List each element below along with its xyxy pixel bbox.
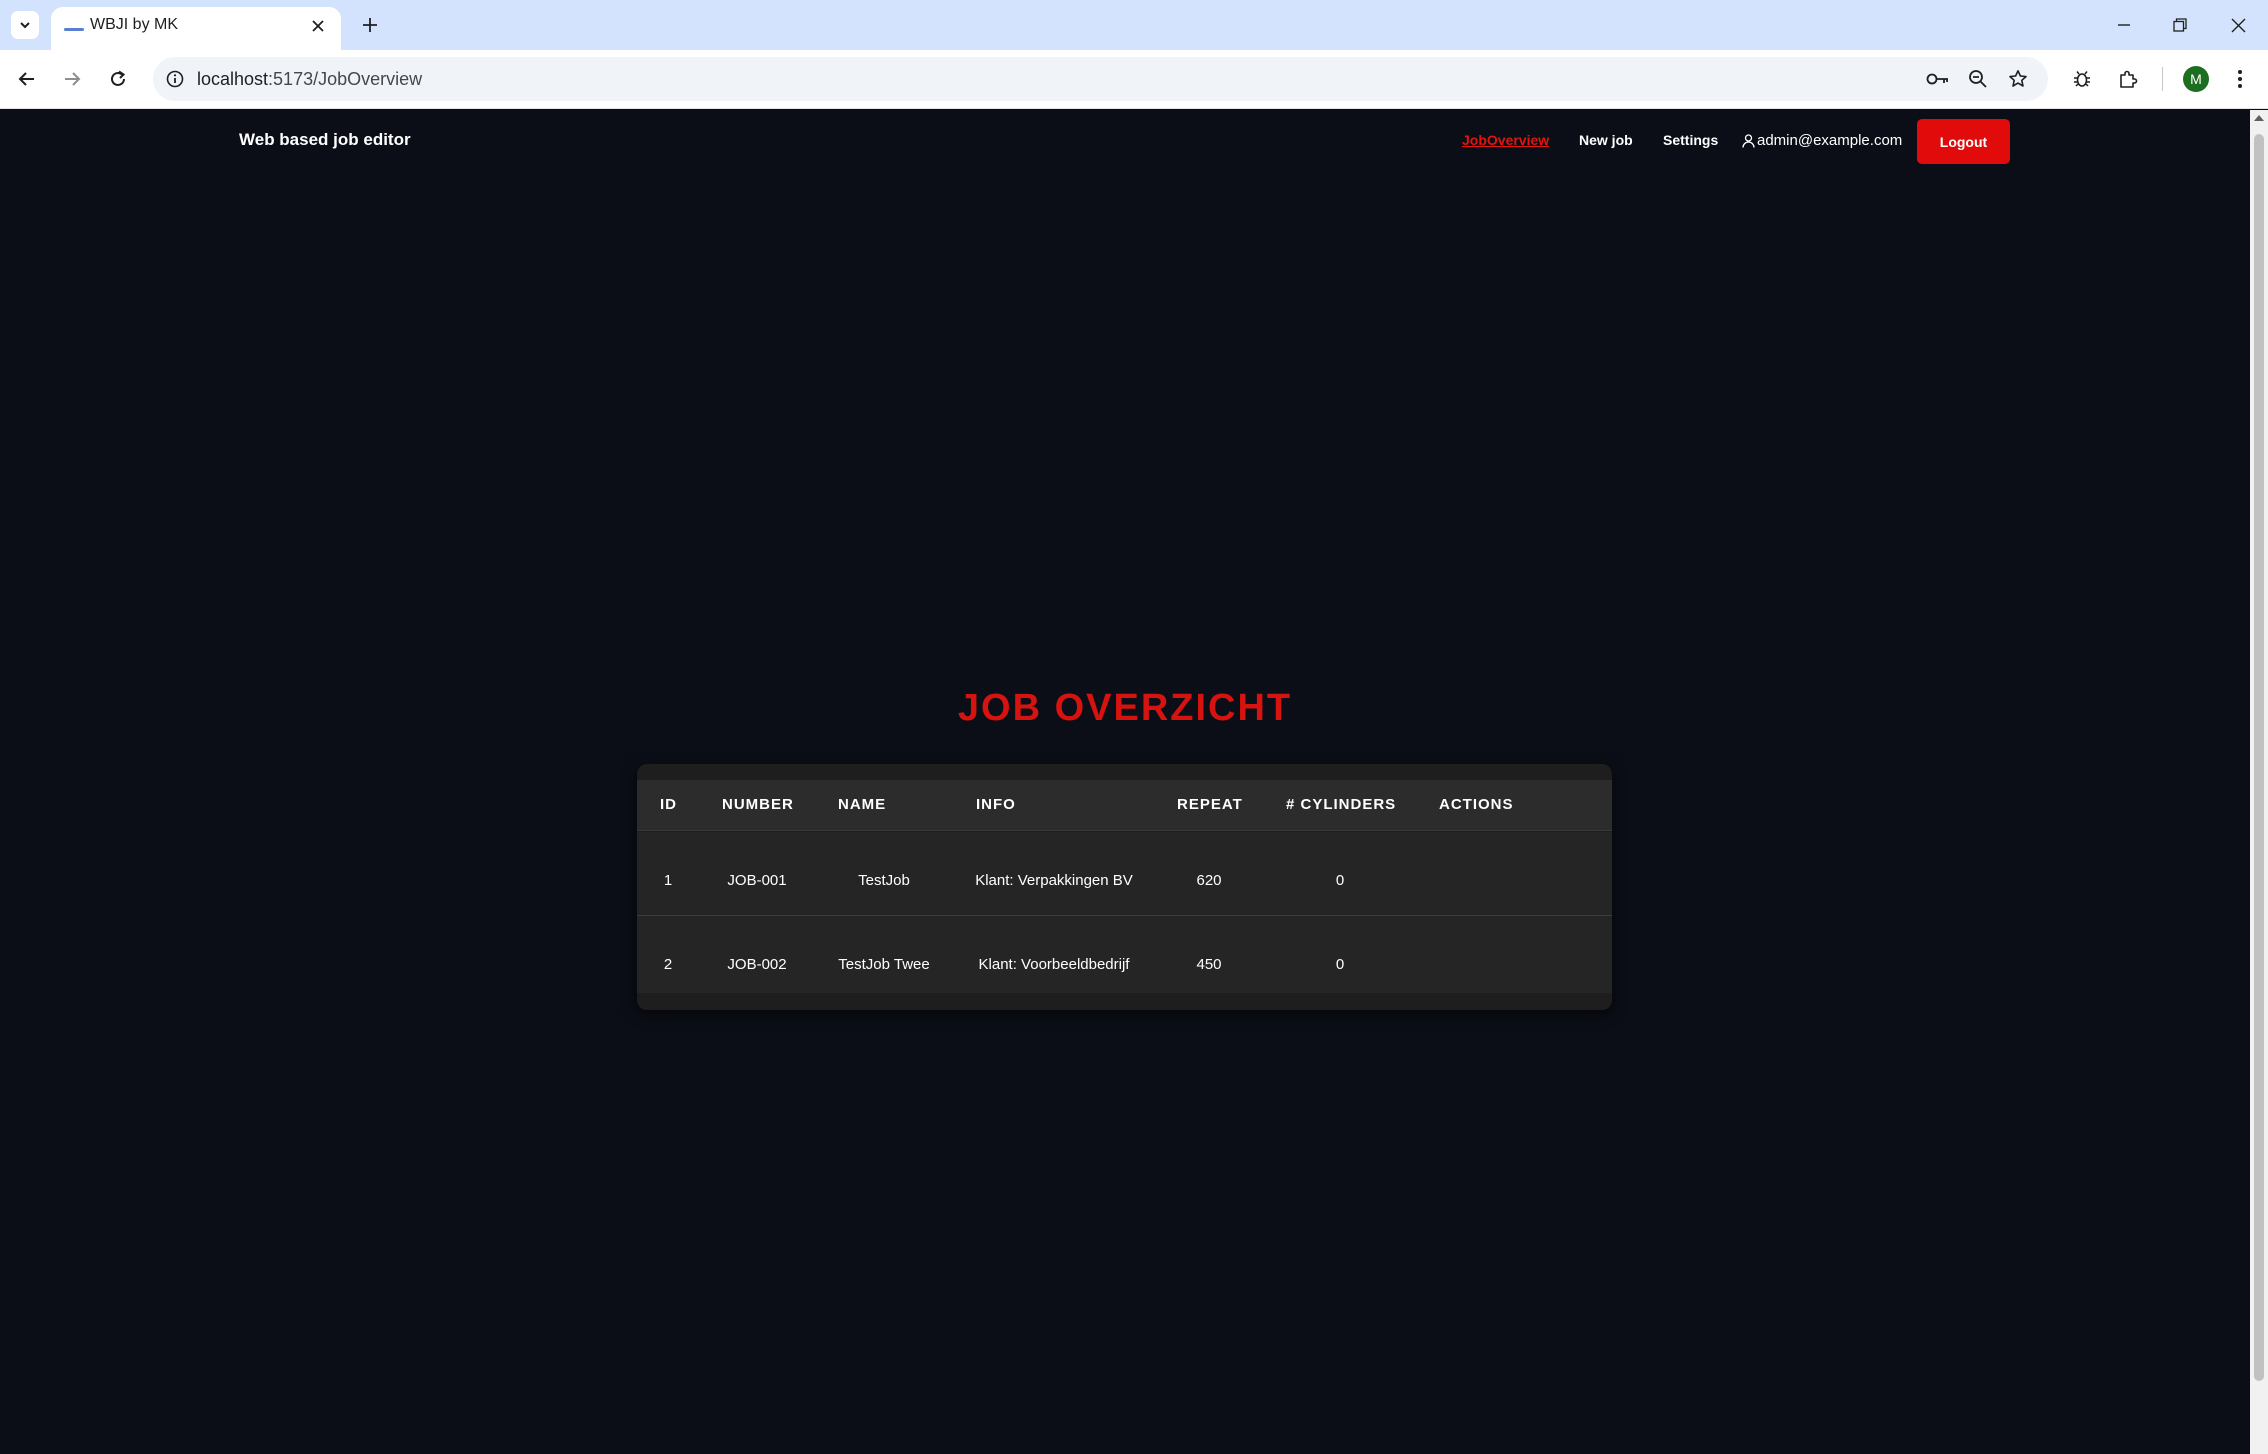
column-header-id: ID	[660, 796, 677, 813]
address-bar[interactable]: localhost:5173/JobOverview	[153, 57, 2048, 101]
profile-avatar[interactable]: M	[2183, 66, 2209, 92]
bug-icon	[2074, 71, 2090, 87]
arrow-left-icon	[18, 72, 34, 86]
debug-extension-button[interactable]	[2066, 63, 2098, 95]
reload-icon	[111, 70, 126, 86]
close-window-button[interactable]	[2218, 8, 2258, 42]
tab-close-button[interactable]	[307, 15, 329, 37]
browser-tab-strip: WBJI by MK	[0, 0, 2268, 50]
column-header-info: INFO	[976, 796, 1016, 813]
browser-tab[interactable]: WBJI by MK	[51, 7, 341, 50]
plus-icon	[363, 18, 377, 32]
jobs-table: ID NUMBER NAME INFO REPEAT # CYLINDERS A…	[637, 764, 1612, 1010]
forward-button[interactable]	[55, 62, 89, 96]
tab-title: WBJI by MK	[90, 16, 179, 33]
cell-id: 2	[663, 956, 673, 973]
column-header-actions: ACTIONS	[1439, 796, 1514, 813]
column-header-number: NUMBER	[722, 796, 794, 813]
puzzle-icon	[2120, 70, 2138, 88]
nav-new-job[interactable]: New job	[1579, 132, 1633, 148]
toolbar-divider	[2162, 67, 2163, 91]
key-icon	[1926, 73, 1948, 85]
url-host: localhost	[197, 69, 269, 89]
minimize-icon	[2118, 24, 2130, 26]
close-icon	[312, 20, 324, 32]
cell-number: JOB-002	[727, 956, 787, 973]
restore-button[interactable]	[2160, 8, 2200, 42]
new-tab-button[interactable]	[356, 11, 384, 39]
column-header-name: NAME	[838, 796, 887, 813]
column-header-cylinders: # CYLINDERS	[1286, 796, 1397, 813]
column-header-repeat: REPEAT	[1177, 796, 1243, 813]
extensions-button[interactable]	[2112, 63, 2144, 95]
cell-info: Klant: Voorbeeldbedrijf	[978, 956, 1130, 973]
table-row: 1 JOB-001 TestJob Klant: Verpakkingen BV…	[637, 832, 1612, 916]
app-brand[interactable]: Web based job editor	[239, 130, 411, 150]
cell-repeat: 450	[1196, 956, 1222, 973]
cell-number: JOB-001	[727, 872, 787, 889]
bookmark-button[interactable]	[2005, 66, 2031, 92]
cell-id: 1	[663, 872, 673, 889]
star-icon	[2009, 70, 2027, 87]
cell-name: TestJob	[858, 872, 910, 889]
nav-job-overview[interactable]: JobOverview	[1462, 132, 1549, 148]
restore-icon	[2173, 18, 2187, 32]
zoom-button[interactable]	[1965, 66, 1991, 92]
cell-repeat: 620	[1196, 872, 1222, 889]
back-button[interactable]	[10, 62, 44, 96]
nav-settings[interactable]: Settings	[1663, 132, 1718, 148]
browser-menu-button[interactable]	[2224, 63, 2256, 95]
page-content: Web based job editor JobOverview New job…	[0, 110, 2250, 1454]
reload-button[interactable]	[101, 62, 135, 96]
user-email: admin@example.com	[1757, 132, 1903, 149]
page-scrollbar[interactable]	[2250, 110, 2268, 1454]
user-icon	[1742, 133, 1755, 148]
minimize-button[interactable]	[2104, 8, 2144, 42]
page-title: JOB OVERZICHT	[957, 687, 1293, 729]
tab-search-button[interactable]	[11, 11, 39, 39]
scroll-up-arrow-icon[interactable]	[2254, 115, 2264, 121]
chevron-down-icon	[20, 22, 30, 29]
browser-toolbar: localhost:5173/JobOverview	[0, 50, 2268, 109]
site-info-button[interactable]	[163, 67, 187, 91]
cell-cylinders: 0	[1335, 956, 1345, 973]
zoom-icon	[1969, 70, 1987, 88]
password-button[interactable]	[1925, 66, 1951, 92]
url-path: :5173/JobOverview	[268, 69, 423, 89]
user-info: admin@example.com	[1742, 132, 1902, 149]
info-icon	[166, 70, 184, 88]
arrow-right-icon	[65, 72, 81, 86]
kebab-menu-icon	[2238, 70, 2242, 88]
logout-button[interactable]: Logout	[1917, 119, 2010, 164]
scroll-thumb[interactable]	[2254, 134, 2264, 1381]
close-icon	[2231, 18, 2245, 32]
url-text: localhost:5173/JobOverview	[197, 69, 422, 90]
cell-info: Klant: Verpakkingen BV	[975, 872, 1133, 889]
favicon-icon	[64, 28, 84, 31]
table-row: 2 JOB-002 TestJob Twee Klant: Voorbeeldb…	[637, 916, 1612, 993]
cell-name: TestJob Twee	[838, 956, 930, 973]
cell-cylinders: 0	[1335, 872, 1345, 889]
table-header: ID NUMBER NAME INFO REPEAT # CYLINDERS A…	[637, 780, 1612, 831]
